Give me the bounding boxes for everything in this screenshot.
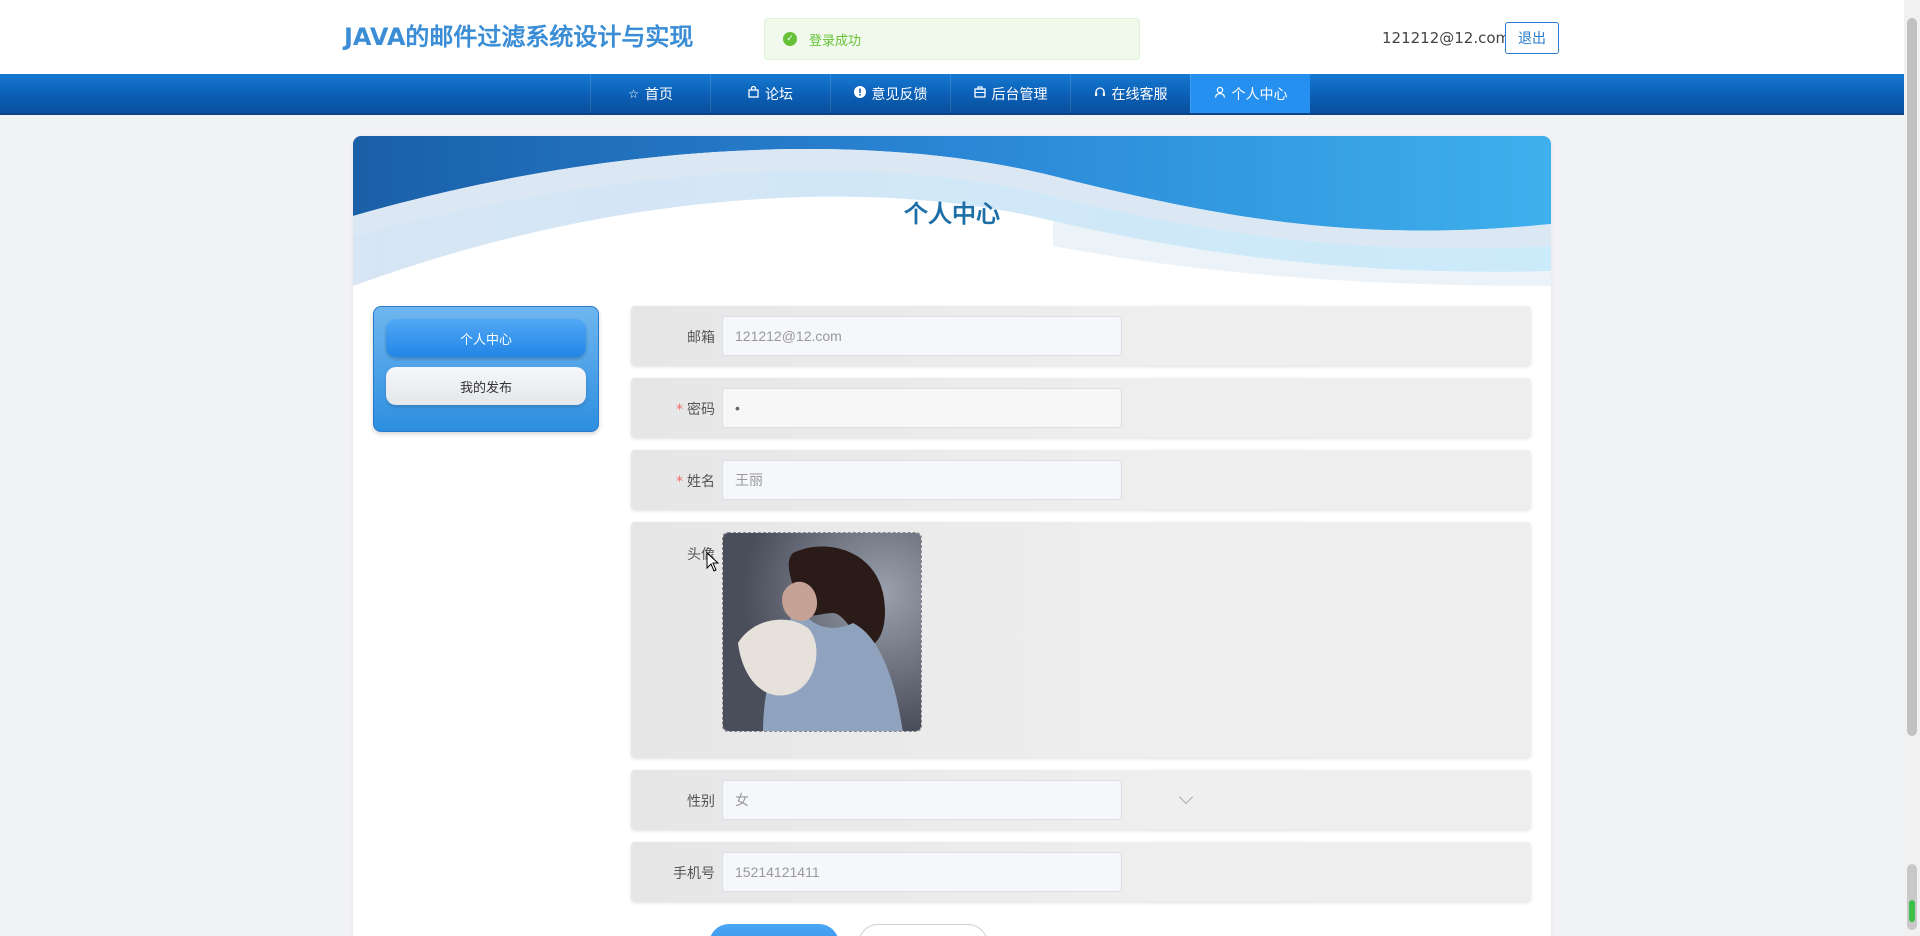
profile-card: 个人中心 个人中心 我的发布 邮箱 *密码 *姓名 头像 (353, 136, 1551, 936)
required-asterisk: * (676, 402, 683, 418)
nav-item-label: 个人中心 (1231, 86, 1288, 103)
shopping-bag-icon (748, 85, 759, 101)
nav-item-label: 后台管理 (991, 86, 1048, 103)
briefcase-icon (973, 86, 986, 101)
logout-secondary-button[interactable] (858, 924, 988, 936)
nav-item-home[interactable]: ☆ 首页 (590, 74, 710, 113)
mouse-cursor-icon (706, 552, 720, 572)
scrollbar-lower-track (1907, 864, 1917, 930)
update-button[interactable] (709, 924, 839, 936)
nav-item-label: 论坛 (765, 86, 793, 103)
nav-item-forum[interactable]: 论坛 (710, 74, 830, 113)
form-row-email: 邮箱 (631, 306, 1531, 366)
nav-item-profile[interactable]: 个人中心 (1190, 74, 1310, 113)
password-field[interactable] (722, 388, 1122, 428)
star-icon: ☆ (628, 86, 639, 101)
name-field[interactable] (722, 460, 1122, 500)
site-title: JAVA的邮件过滤系统设计与实现 (344, 23, 694, 51)
page-title: 个人中心 (904, 200, 1000, 228)
form-row-avatar: 头像 (631, 522, 1531, 758)
phone-label: 手机号 (673, 866, 715, 882)
email-label: 邮箱 (687, 330, 715, 346)
user-email: 121212@12.com (1382, 29, 1511, 47)
name-label: * 姓名 (676, 474, 715, 490)
nav-item-label: 意见反馈 (871, 86, 928, 103)
headset-icon (1094, 86, 1106, 101)
nav-item-label: 首页 (644, 86, 673, 103)
nav-item-feedback[interactable]: 意见反馈 (830, 74, 950, 113)
gender-value: 女 (735, 792, 749, 808)
nav-item-admin[interactable]: 后台管理 (950, 74, 1070, 113)
chevron-down-icon (1178, 789, 1194, 805)
info-circle-icon (853, 86, 866, 101)
form-row-phone: 手机号 (631, 842, 1531, 902)
logout-button[interactable]: 退出 (1505, 22, 1559, 54)
user-icon (1214, 86, 1226, 101)
nav-item-support[interactable]: 在线客服 (1070, 74, 1190, 113)
gender-label: 性别 (687, 794, 715, 810)
avatar-upload[interactable] (722, 532, 922, 732)
email-field[interactable] (722, 316, 1122, 356)
phone-field[interactable] (722, 852, 1122, 892)
sidebar-item-profile[interactable]: 个人中心 (386, 319, 586, 357)
main-nav: ☆ 首页 论坛 意见反馈 后台管理 在线客服 个人中心 (0, 74, 1904, 115)
page-scrollbar[interactable] (1904, 0, 1920, 936)
avatar-image (723, 533, 921, 731)
check-circle-icon: ✓ (783, 32, 797, 46)
nav-item-label: 在线客服 (1111, 86, 1168, 103)
form-row-name: * 姓名 (631, 450, 1531, 510)
form-row-password: * 密码 (631, 378, 1531, 438)
success-toast: ✓ 登录成功 (764, 18, 1140, 60)
password-label: * 密码 (676, 402, 715, 418)
required-asterisk: * (676, 474, 683, 490)
sidebar-menu: 个人中心 我的发布 (373, 306, 599, 432)
scrollbar-thumb[interactable] (1907, 18, 1917, 736)
gender-select[interactable]: 女 (722, 780, 1122, 820)
sidebar-item-my-posts[interactable]: 我的发布 (386, 367, 586, 405)
top-header: JAVA的邮件过滤系统设计与实现 ✓ 登录成功 121212@12.com 退出 (0, 0, 1904, 74)
toast-message: 登录成功 (809, 33, 862, 49)
form-row-gender: 性别 女 (631, 770, 1531, 830)
